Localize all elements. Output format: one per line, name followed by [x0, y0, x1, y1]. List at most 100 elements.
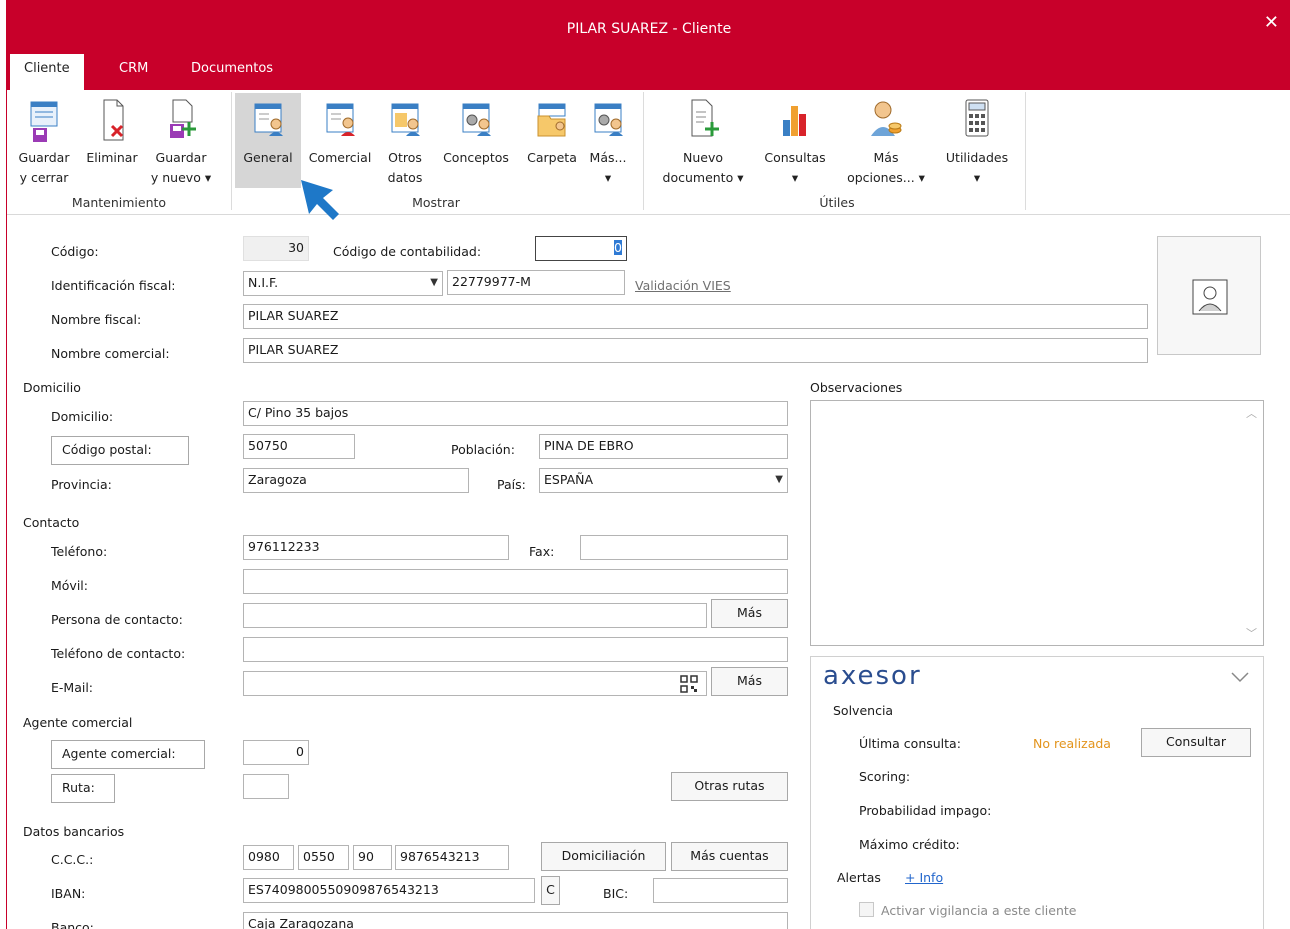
tab-cliente[interactable]: Cliente	[10, 54, 84, 90]
iban-field[interactable]: ES7409800550909876543213	[243, 878, 535, 903]
conceptos-button[interactable]: Conceptos	[435, 96, 517, 168]
consultas-button[interactable]: Consultas ▾	[755, 96, 835, 188]
provincia-field[interactable]: Zaragoza	[243, 468, 469, 493]
agente-comercial-field[interactable]: 0	[243, 740, 309, 765]
tab-documentos[interactable]: Documentos	[177, 56, 287, 90]
codigo-label: Código:	[51, 244, 99, 259]
scroll-down-icon[interactable]: ﹀	[1246, 625, 1257, 641]
conceptos-label: Conceptos	[443, 150, 509, 165]
nombre-comercial-label: Nombre comercial:	[51, 346, 170, 361]
utilidades-button[interactable]: Utilidades ▾	[935, 96, 1019, 188]
ribbon-separator	[1025, 92, 1026, 210]
validacion-vies-link[interactable]: Validación VIES	[635, 278, 731, 293]
nombre-fiscal-field[interactable]: PILAR SUAREZ	[243, 304, 1148, 329]
ruta-button[interactable]: Ruta:	[51, 774, 115, 803]
carpeta-label: Carpeta	[527, 150, 577, 165]
consultar-button[interactable]: Consultar	[1141, 728, 1251, 757]
email-mas-button[interactable]: Más	[711, 667, 788, 696]
ribbon: Guardar y cerrar Eliminar Guardar y nuev…	[7, 90, 1290, 220]
nombre-fiscal-label: Nombre fiscal:	[51, 312, 142, 327]
delete-button[interactable]: Eliminar	[81, 96, 143, 168]
nombre-comercial-field[interactable]: PILAR SUAREZ	[243, 338, 1148, 363]
codigo-postal-field[interactable]: 50750	[243, 434, 355, 459]
poblacion-label: Población:	[451, 442, 515, 457]
iban-label: IBAN:	[51, 886, 86, 901]
mas-opciones-label-2: opciones... ▾	[847, 170, 925, 185]
poblacion-field[interactable]: PINA DE EBRO	[539, 434, 788, 459]
banco-field[interactable]: Caja Zaragozana	[243, 912, 788, 929]
domicilio-field[interactable]: C/ Pino 35 bajos	[243, 401, 788, 426]
nuevo-documento-label-1: Nuevo	[682, 150, 723, 165]
nuevo-documento-label-2: documento ▾	[662, 170, 744, 185]
email-field[interactable]	[243, 671, 707, 696]
bic-label: BIC:	[603, 886, 629, 901]
user-photo-icon	[1192, 279, 1228, 315]
otros-datos-button[interactable]: Otros datos	[379, 96, 431, 188]
ccc-cuenta-field[interactable]: 9876543213	[395, 845, 509, 870]
more-info-link[interactable]: + Info	[905, 870, 943, 885]
nif-field[interactable]: 22779977-M	[447, 270, 625, 295]
mas-opciones-label-1: Más	[873, 150, 899, 165]
save-close-button[interactable]: Guardar y cerrar	[11, 96, 77, 188]
codigo-postal-button[interactable]: Código postal:	[51, 436, 189, 465]
banco-label: Banco:	[51, 920, 94, 929]
probabilidad-impago-label: Probabilidad impago:	[859, 803, 992, 818]
mas-label: Más...	[589, 150, 627, 165]
close-icon[interactable]: ✕	[1264, 12, 1279, 33]
ccc-oficina-field[interactable]: 0550	[298, 845, 349, 870]
save-new-label-1: Guardar	[155, 150, 207, 165]
persona-contacto-label: Persona de contacto:	[51, 612, 183, 627]
general-icon	[254, 103, 283, 136]
general-button[interactable]: General	[235, 93, 301, 188]
codigo-contabilidad-value: 0	[614, 240, 622, 255]
agente-comercial-button[interactable]: Agente comercial:	[51, 740, 205, 769]
save-new-button[interactable]: Guardar y nuevo ▾	[145, 96, 217, 188]
domiciliacion-button[interactable]: Domiciliación	[541, 842, 666, 871]
mas-cuentas-button[interactable]: Más cuentas	[671, 842, 788, 871]
tab-crm[interactable]: CRM	[105, 56, 162, 90]
telefono-contacto-field[interactable]	[243, 637, 788, 662]
otras-rutas-button[interactable]: Otras rutas	[671, 772, 788, 801]
persona-mas-button[interactable]: Más	[711, 599, 788, 628]
domicilio-label: Domicilio:	[51, 409, 114, 424]
ccc-entidad-field[interactable]: 0980	[243, 845, 294, 870]
fax-field[interactable]	[580, 535, 788, 560]
codigo-field[interactable]: 30	[243, 236, 309, 261]
bic-field[interactable]	[653, 878, 788, 903]
mas-opciones-button[interactable]: Más opciones... ▾	[837, 96, 935, 188]
identificacion-fiscal-select[interactable]: N.I.F. ▼	[243, 271, 443, 296]
calculator-icon	[965, 99, 989, 137]
contacto-section: Contacto	[23, 515, 80, 530]
qr-code-icon[interactable]	[679, 674, 699, 694]
chevron-down-icon: ▼	[430, 277, 438, 288]
codigo-contabilidad-field[interactable]: 0	[535, 236, 627, 261]
persona-contacto-field[interactable]	[243, 603, 707, 628]
carpeta-button[interactable]: Carpeta	[521, 96, 583, 168]
group-mostrar: Mostrar	[412, 195, 460, 210]
movil-field[interactable]	[243, 569, 788, 594]
comercial-button[interactable]: Comercial	[305, 96, 375, 168]
telefono-field[interactable]: 976112233	[243, 535, 509, 560]
pais-select[interactable]: ESPAÑA ▼	[539, 468, 788, 493]
ultima-consulta-label: Última consulta:	[859, 736, 961, 751]
observaciones-textarea[interactable]: ︿ ﹀	[810, 400, 1264, 646]
mas-dropdown-icon: ▾	[604, 170, 612, 185]
scoring-label: Scoring:	[859, 769, 911, 784]
collapse-chevron-icon[interactable]	[1231, 671, 1249, 683]
scroll-up-icon[interactable]: ︿	[1246, 405, 1257, 421]
datos-bancarios-section: Datos bancarios	[23, 824, 125, 839]
nuevo-documento-button[interactable]: Nuevo documento ▾	[651, 96, 755, 188]
ultima-consulta-value: No realizada	[1033, 736, 1111, 751]
iban-c-button[interactable]: C	[541, 876, 560, 905]
vigilancia-checkbox[interactable]	[859, 902, 874, 917]
ccc-dc-field[interactable]: 90	[353, 845, 392, 870]
otros-datos-icon	[391, 103, 420, 136]
vigilancia-label: Activar vigilancia a este cliente	[881, 903, 1077, 918]
photo-box[interactable]	[1157, 236, 1261, 355]
domicilio-section: Domicilio	[23, 380, 81, 395]
email-label: E-Mail:	[51, 680, 94, 695]
ruta-field[interactable]	[243, 774, 289, 799]
mas-button[interactable]: Más... ▾	[583, 96, 633, 188]
delete-label: Eliminar	[86, 150, 138, 165]
alertas-label: Alertas	[837, 870, 881, 885]
